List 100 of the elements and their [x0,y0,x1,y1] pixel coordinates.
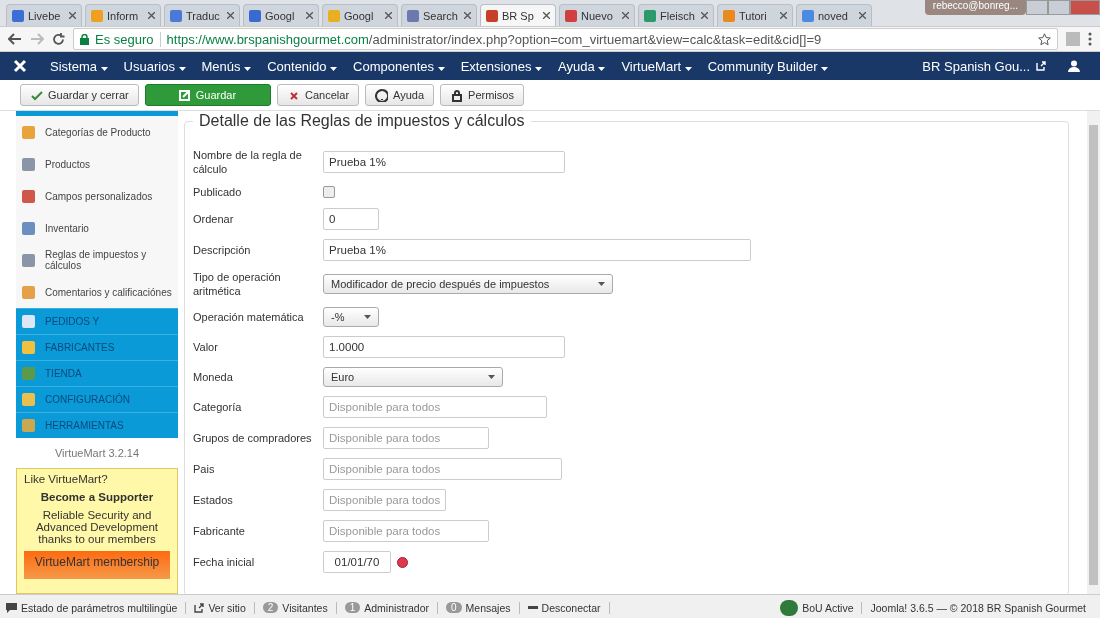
nav-menu[interactable]: VirtueMart [613,58,700,74]
status-link[interactable]: Desconectar [541,601,601,614]
status-link[interactable]: Visitantes [282,601,328,614]
favicon-icon [328,9,340,22]
browser-tab[interactable]: noved [796,4,872,26]
toolbar-button[interactable]: Cancelar [277,84,360,106]
close-icon[interactable] [227,12,234,19]
toolbar-button[interactable]: Guardar y cerrar [20,84,139,106]
nav-menu[interactable]: Menús [193,58,260,74]
toolbar-button[interactable]: Ayuda [365,84,435,106]
membership-button[interactable]: VirtueMart membership [24,551,170,579]
date-field[interactable]: 01/01/70 [323,551,391,573]
dropdown[interactable]: Modificador de precio después de impuestos [323,274,613,294]
browser-tab[interactable]: BR Sp [480,4,556,26]
field-label: Tipo de operación aritmética [193,270,282,298]
nav-menu[interactable]: Extensiones [452,58,551,74]
text-field[interactable]: Disponible para todos [323,520,489,542]
menu-item-icon [22,125,35,139]
sidebar-item[interactable]: Campos personalizados [16,180,178,212]
browser-tab[interactable]: Inform [85,4,161,26]
sidebar-item[interactable]: Comentarios y calificaciónes [16,276,178,308]
back-icon[interactable] [8,33,22,45]
joomla-logo-icon[interactable] [12,58,28,74]
nav-menu[interactable]: Ayuda [550,58,614,74]
browser-tab[interactable]: Livebe [6,4,82,26]
favicon-icon [249,9,261,22]
close-icon[interactable] [780,12,787,19]
browser-tab[interactable]: Search [401,4,477,26]
text-field[interactable]: 1.0000 [323,336,565,358]
nav-menu[interactable]: Contenido [259,58,346,74]
status-link[interactable]: Ver sitio [208,601,246,614]
browser-tab[interactable]: Tutori [717,4,793,26]
text-field[interactable]: Disponible para todos [323,427,489,449]
close-icon[interactable] [464,12,471,19]
minus-icon [527,606,538,609]
star-icon[interactable] [1038,32,1051,46]
text-field[interactable]: Disponible para todos [323,396,547,418]
field-label: Fabricante [193,524,246,538]
close-icon[interactable] [622,12,629,19]
browser-tab[interactable]: Googl [322,4,398,26]
nav-menu[interactable]: Usuarios [115,58,194,74]
close-icon[interactable] [306,12,313,19]
promo-heading: Become a Supporter [39,491,155,503]
toolbar-button[interactable]: Guardar [144,84,272,106]
close-icon[interactable] [859,12,866,19]
menu-item-icon [22,341,35,354]
comment-icon [6,602,17,613]
clear-icon[interactable] [397,556,408,568]
caret-icon [488,375,495,379]
dropdown[interactable]: -% [323,307,379,327]
nav-menu[interactable]: Community Builder [699,58,837,74]
favicon-icon [486,9,498,22]
text-field[interactable]: 0 [323,208,379,230]
field-label: Fecha inicial [193,555,256,569]
nav-menu[interactable]: Componentes [345,58,453,74]
help-icon [375,88,389,102]
favicon-icon [170,9,182,22]
caret-icon [330,66,338,71]
reload-icon[interactable] [52,32,65,46]
text-field[interactable]: Prueba 1% [323,239,751,261]
close-icon[interactable] [701,12,708,19]
scrollbar-thumb[interactable] [1089,125,1098,585]
site-link[interactable]: BR Spanish Gou... [922,58,1030,74]
nav-menu[interactable]: Sistema [42,58,116,74]
close-icon[interactable] [69,12,76,19]
user-icon[interactable] [1068,60,1080,72]
text-field[interactable]: Disponible para todos [323,458,562,480]
close-icon[interactable] [148,12,155,19]
form-title: Detalle de las Reglas de impuestos y cálculos [193,112,531,130]
sidebar-item[interactable]: Inventario [16,212,178,244]
status-link[interactable]: Mensajes [465,601,511,614]
status-link[interactable]: Estado de parámetros multilingüe [21,601,178,614]
close-icon[interactable] [543,12,550,19]
address-bar[interactable]: Es seguro https://www.brspanishgourmet.com/administrator/index.php?option=com_virtuemart&view=calc&task=edit&cid[]=9 [73,28,1058,50]
count-badge: 2 [262,602,279,613]
status-link[interactable]: Administrador [364,601,430,614]
menu-item-icon [22,315,35,328]
close-icon[interactable] [385,12,392,19]
browser-tab[interactable]: Traduc [164,4,240,26]
sidebar-item[interactable]: Categorías de Producto [16,116,178,148]
dropdown[interactable]: Euro [323,367,503,387]
caret-icon [437,66,445,71]
browser-tab[interactable]: Fleisch [638,4,714,26]
sidebar-item[interactable]: Productos [16,148,178,180]
checkbox[interactable] [323,186,335,198]
menu-item-icon [22,253,35,267]
toolbar-button[interactable]: Permisos [440,84,524,106]
text-field[interactable]: Disponible para todos [323,489,446,511]
text-field[interactable]: Prueba 1% [323,151,565,173]
field-label: Ordenar [193,212,235,226]
status-label: BoU Active [802,601,854,614]
caret-icon [100,66,108,71]
caret-icon [364,315,371,319]
menu-item-icon [22,367,35,380]
favicon-icon [723,9,735,22]
browser-tab[interactable]: Nuevo [559,4,635,26]
menu-icon[interactable] [1088,32,1092,46]
sidebar-item[interactable]: Reglas de impuestos y cálculos [16,244,178,276]
menu-item-icon [22,285,35,299]
browser-tab[interactable]: Googl [243,4,319,26]
